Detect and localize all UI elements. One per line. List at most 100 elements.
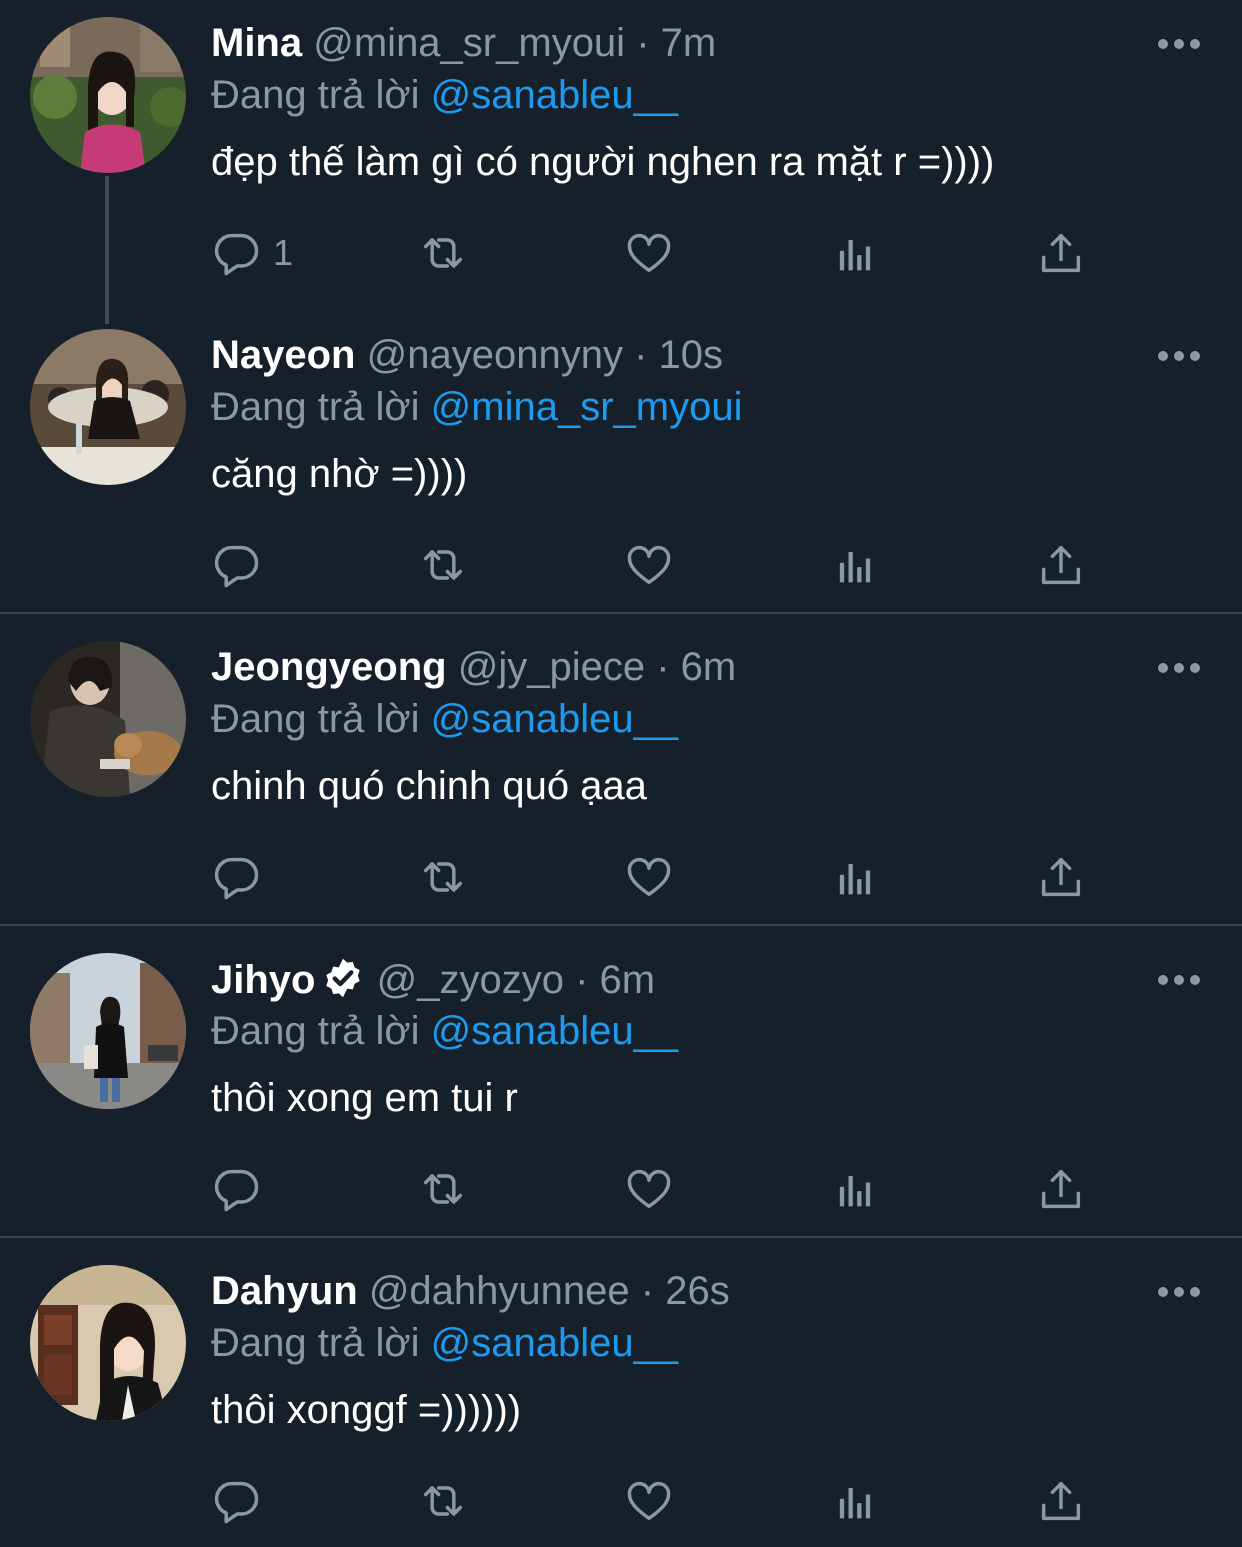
tweet-text: thôi xong em tui r [211, 1076, 518, 1120]
reply-icon [214, 1481, 259, 1524]
like-button[interactable] [623, 1473, 675, 1529]
share-icon [1041, 1169, 1081, 1209]
reply-icon [214, 1169, 259, 1212]
retweet-icon [423, 1174, 463, 1204]
like-button[interactable] [623, 849, 675, 905]
separator-dot: · [575, 958, 589, 1002]
retweet-icon [423, 1486, 463, 1516]
more-options-button[interactable] [1158, 974, 1200, 986]
avatar[interactable] [30, 641, 186, 797]
more-options-button[interactable] [1158, 38, 1200, 50]
replying-to: Đang trả lời @sanableu__ [211, 696, 678, 742]
tweet[interactable]: Mina @mina_sr_myoui · 7m Đang trả lời @s… [0, 0, 1242, 312]
reply-button[interactable] [211, 537, 273, 593]
timestamp[interactable]: 6m [681, 645, 737, 689]
timestamp[interactable]: 7m [661, 21, 717, 65]
share-button[interactable] [1035, 1473, 1087, 1529]
timestamp[interactable]: 6m [600, 958, 656, 1002]
analytics-button[interactable] [829, 225, 881, 281]
tweet-header: Dahyun @dahhyunnee · 26s [211, 1268, 730, 1314]
display-name[interactable]: Jeongyeong [211, 645, 447, 689]
tweet-text: đẹp thế làm gì có người nghen ra mặt r =… [211, 140, 995, 184]
user-handle[interactable]: @nayeonnyny [367, 333, 623, 377]
avatar[interactable] [30, 329, 186, 485]
more-icon [1158, 975, 1168, 985]
analytics-button[interactable] [829, 537, 881, 593]
retweet-button[interactable] [417, 225, 469, 281]
display-name[interactable]: Dahyun [211, 1269, 358, 1313]
like-icon [627, 233, 671, 273]
reply-button[interactable] [211, 849, 273, 905]
avatar-image-nayeon [30, 329, 186, 485]
like-button[interactable] [623, 225, 675, 281]
like-button[interactable] [623, 1161, 675, 1217]
replying-to-label: Đang trả lời [211, 73, 420, 117]
analytics-button[interactable] [829, 849, 881, 905]
reply-feed: Mina @mina_sr_myoui · 7m Đang trả lời @s… [0, 0, 1242, 1547]
replying-to-mention[interactable]: @sanableu__ [431, 1321, 678, 1365]
share-button[interactable] [1035, 225, 1087, 281]
tweet-actions [0, 1473, 1242, 1529]
retweet-button[interactable] [417, 849, 469, 905]
reply-button[interactable] [211, 1473, 273, 1529]
avatar-image-dahyun [30, 1265, 186, 1421]
analytics-icon [839, 1488, 871, 1519]
share-button[interactable] [1035, 849, 1087, 905]
user-handle[interactable]: @dahhyunnee [369, 1269, 630, 1313]
reply-count: 1 [273, 232, 294, 273]
reply-button[interactable] [211, 1161, 273, 1217]
analytics-button[interactable] [829, 1161, 881, 1217]
tweet[interactable]: Dahyun @dahhyunnee · 26s Đang trả lời @s… [0, 1248, 1242, 1547]
share-icon [1041, 233, 1081, 273]
avatar[interactable] [30, 17, 186, 173]
tweet-actions [0, 1161, 1242, 1217]
like-icon [627, 545, 671, 585]
share-button[interactable] [1035, 537, 1087, 593]
tweet[interactable]: Jeongyeong @jy_piece · 6m Đang trả lời @… [0, 624, 1242, 924]
reply-icon [214, 233, 259, 276]
retweet-button[interactable] [417, 1161, 469, 1217]
tweet-divider [0, 612, 1242, 614]
share-button[interactable] [1035, 1161, 1087, 1217]
analytics-icon [839, 240, 871, 271]
avatar[interactable] [30, 953, 186, 1109]
retweet-icon [423, 862, 463, 892]
timestamp[interactable]: 26s [665, 1269, 730, 1313]
replying-to-mention[interactable]: @sanableu__ [431, 697, 678, 741]
tweet-actions [0, 849, 1242, 905]
tweet[interactable]: Jihyo @_zyozyo · 6m Đang trả lời @sanabl… [0, 936, 1242, 1236]
replying-to-label: Đang trả lời [211, 385, 420, 429]
more-options-button[interactable] [1158, 1286, 1200, 1298]
display-name[interactable]: Nayeon [211, 333, 356, 377]
replying-to-mention[interactable]: @sanableu__ [431, 73, 678, 117]
more-options-button[interactable] [1158, 350, 1200, 362]
timestamp[interactable]: 10s [659, 333, 724, 377]
retweet-button[interactable] [417, 537, 469, 593]
replying-to: Đang trả lời @sanableu__ [211, 1320, 678, 1366]
replying-to-label: Đang trả lời [211, 1009, 420, 1053]
user-handle[interactable]: @_zyozyo [377, 958, 564, 1002]
user-handle[interactable]: @mina_sr_myoui [313, 21, 625, 65]
display-name[interactable]: Mina [211, 21, 302, 65]
more-options-button[interactable] [1158, 662, 1200, 674]
like-button[interactable] [623, 537, 675, 593]
user-handle[interactable]: @jy_piece [458, 645, 645, 689]
reply-button[interactable]: 1 [211, 225, 293, 281]
tweet-header: Jihyo @_zyozyo · 6m [211, 956, 655, 1003]
tweet-header: Mina @mina_sr_myoui · 7m [211, 20, 716, 66]
analytics-icon [839, 864, 871, 895]
avatar[interactable] [30, 1265, 186, 1421]
retweet-button[interactable] [417, 1473, 469, 1529]
replying-to-mention[interactable]: @mina_sr_myoui [431, 385, 743, 429]
tweet-divider [0, 924, 1242, 926]
tweet[interactable]: Nayeon @nayeonnyny · 10s Đang trả lời @m… [0, 312, 1242, 612]
separator-dot: · [636, 21, 650, 65]
avatar-image-mina [30, 17, 186, 173]
retweet-icon [423, 238, 463, 268]
analytics-button[interactable] [829, 1473, 881, 1529]
tweet-text: chinh quó chinh quó ạaa [211, 764, 647, 808]
replying-to-mention[interactable]: @sanableu__ [431, 1009, 678, 1053]
display-name[interactable]: Jihyo [211, 958, 315, 1002]
share-icon [1041, 1481, 1081, 1521]
verified-icon [326, 958, 361, 998]
